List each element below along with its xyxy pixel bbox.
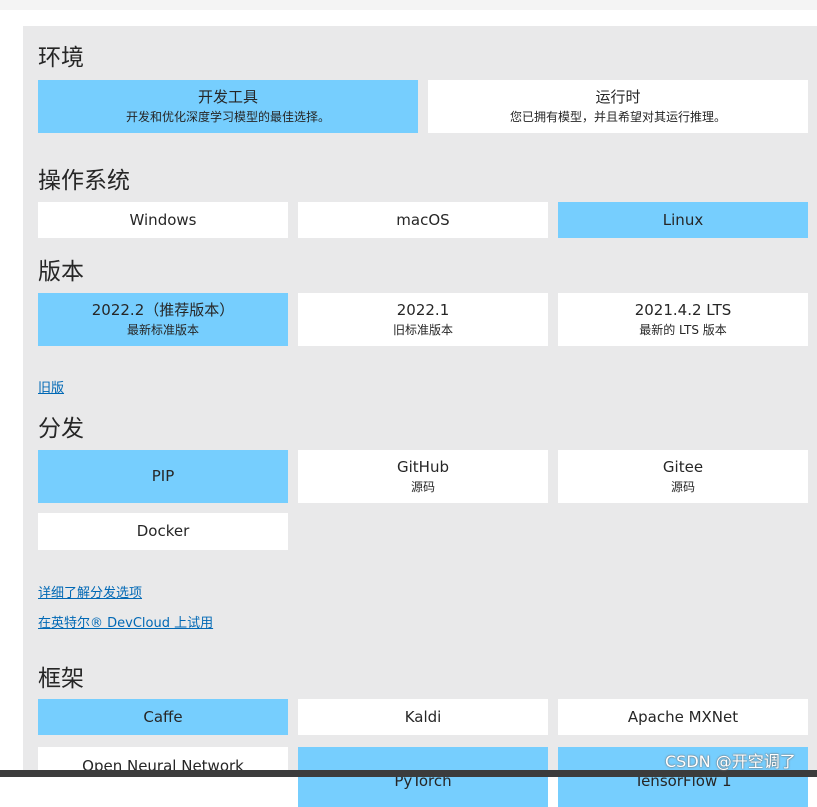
os-option-macos[interactable]: macOS — [298, 202, 548, 238]
option-label: GitHub — [397, 458, 449, 476]
os-option-windows[interactable]: Windows — [38, 202, 288, 238]
learn-distribution-link[interactable]: 详细了解分发选项 — [38, 582, 142, 601]
dist-option-github[interactable]: GitHub 源码 — [298, 450, 548, 503]
option-label: Gitee — [662, 458, 704, 476]
env-option-runtime[interactable]: 运行时 您已拥有模型，并且希望对其运行推理。 — [428, 80, 808, 133]
old-versions-link[interactable]: 旧版 — [38, 377, 64, 396]
env-option-dev-tools[interactable]: 开发工具 开发和优化深度学习模型的最佳选择。 — [38, 80, 418, 133]
option-label: 开发工具 — [197, 88, 258, 106]
option-label: 2021.4.2 LTS — [634, 301, 732, 319]
os-option-linux[interactable]: Linux — [558, 202, 808, 238]
dist-option-docker[interactable]: Docker — [38, 513, 288, 550]
dist-option-pip[interactable]: PIP — [38, 450, 288, 503]
option-sublabel: 最新标准版本 — [126, 323, 199, 337]
csdn-watermark: CSDN @开空调了 — [665, 752, 796, 771]
option-label: macOS — [396, 210, 450, 229]
env-heading: 环境 — [38, 45, 84, 71]
devcloud-trial-link[interactable]: 在英特尔® DevCloud 上试用 — [38, 612, 213, 631]
install-config-panel: 环境 开发工具 开发和优化深度学习模型的最佳选择。 运行时 您已拥有模型，并且希… — [23, 26, 817, 807]
option-label: Windows — [129, 210, 197, 229]
option-label: Apache MXNet — [627, 707, 739, 726]
version-option-2022-1[interactable]: 2022.1 旧标准版本 — [298, 293, 548, 346]
top-bar — [0, 0, 817, 10]
framework-option-mxnet[interactable]: Apache MXNet — [558, 699, 808, 735]
framework-heading: 框架 — [38, 666, 84, 692]
os-heading: 操作系统 — [38, 168, 130, 194]
framework-option-pytorch[interactable]: PyTorch — [298, 747, 548, 807]
option-label: 2022.1 — [396, 301, 450, 319]
option-sublabel: 源码 — [670, 480, 695, 494]
option-label: 2022.2（推荐版本） — [91, 301, 235, 319]
option-label: Docker — [136, 522, 190, 540]
option-label: Linux — [662, 210, 704, 229]
option-sublabel: 最新的 LTS 版本 — [639, 323, 727, 337]
option-sublabel: 您已拥有模型，并且希望对其运行推理。 — [509, 110, 726, 124]
version-option-2022-2[interactable]: 2022.2（推荐版本） 最新标准版本 — [38, 293, 288, 346]
option-label: Kaldi — [404, 707, 442, 726]
option-sublabel: 源码 — [410, 480, 435, 494]
framework-option-kaldi[interactable]: Kaldi — [298, 699, 548, 735]
version-option-2021-lts[interactable]: 2021.4.2 LTS 最新的 LTS 版本 — [558, 293, 808, 346]
option-label: PIP — [151, 467, 175, 485]
option-label: Caffe — [143, 707, 183, 726]
distribution-heading: 分发 — [38, 416, 84, 442]
option-sublabel: 开发和优化深度学习模型的最佳选择。 — [125, 110, 330, 124]
framework-option-onnx[interactable]: Open Neural Network — [38, 747, 288, 807]
option-sublabel: 旧标准版本 — [392, 323, 453, 337]
version-heading: 版本 — [38, 259, 84, 285]
option-label: 运行时 — [595, 88, 641, 106]
dist-option-gitee[interactable]: Gitee 源码 — [558, 450, 808, 503]
framework-option-caffe[interactable]: Caffe — [38, 699, 288, 735]
